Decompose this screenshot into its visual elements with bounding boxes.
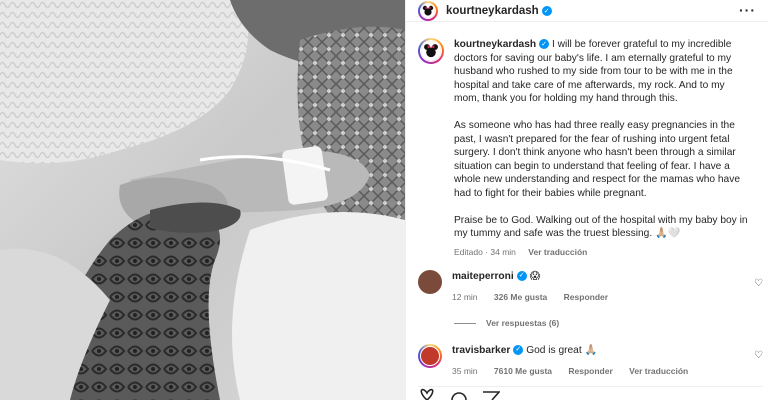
commenter-username[interactable]: maiteperroni xyxy=(452,271,514,282)
caption-row: kourtneykardash ✓ I will be forever grate… xyxy=(406,22,768,260)
comment-item: maiteperroni ✓ 😱 12 min 326 Me gusta Resp… xyxy=(418,270,763,302)
caption-paragraph-2: As someone who has had three really easy… xyxy=(454,120,740,199)
commenter-avatar[interactable] xyxy=(418,270,442,294)
instagram-post-view: kourtneykardash ✓ ··· kourtneykardash ✓ I… xyxy=(0,0,768,400)
comment-text: God is great 🙏🏼 xyxy=(526,345,598,356)
comment-likes[interactable]: 7610 Me gusta xyxy=(494,366,552,376)
comment-time: 12 min xyxy=(452,292,478,302)
minnie-avatar-icon xyxy=(421,41,441,61)
translate-button[interactable]: Ver traducción xyxy=(528,247,587,257)
post-header: kourtneykardash ✓ ··· xyxy=(406,0,768,22)
comment-text: 😱 xyxy=(529,271,541,282)
verified-badge-icon: ✓ xyxy=(541,5,552,16)
share-send-icon[interactable] xyxy=(482,388,500,400)
comment-bubble-icon[interactable] xyxy=(450,388,468,400)
minnie-avatar-icon xyxy=(421,3,435,18)
comment-meta: 12 min 326 Me gusta Responder xyxy=(452,292,763,302)
comment-meta: 35 min 7610 Me gusta Responder Ver tradu… xyxy=(452,366,763,376)
caption-paragraph-3: Praise be to God. Walking out of the hos… xyxy=(454,214,748,240)
verified-badge-icon: ✓ xyxy=(539,39,550,50)
author-username[interactable]: kourtneykardash xyxy=(446,5,539,17)
verified-badge-icon: ✓ xyxy=(513,345,524,356)
caption-text: kourtneykardash ✓ I will be forever grate… xyxy=(454,38,750,260)
commenter-username[interactable]: travisbarker xyxy=(452,345,510,356)
translate-button[interactable]: Ver traducción xyxy=(629,366,688,376)
like-heart-icon[interactable] xyxy=(418,388,436,400)
like-heart-icon[interactable]: ♡ xyxy=(754,350,763,361)
view-replies-button[interactable]: Ver respuestas (6) xyxy=(454,318,559,328)
comment-time: 35 min xyxy=(452,366,478,376)
author-avatar[interactable] xyxy=(418,0,438,21)
caption-avatar[interactable] xyxy=(418,38,444,64)
post-actions-bar xyxy=(418,386,763,400)
comment-likes[interactable]: 326 Me gusta xyxy=(494,292,547,302)
edited-label: Editado · 34 min xyxy=(454,247,516,257)
verified-badge-icon: ✓ xyxy=(516,271,527,282)
commenter-avatar[interactable] xyxy=(418,344,442,368)
comment-item: travisbarker ✓ God is great 🙏🏼 35 min 761… xyxy=(418,344,763,376)
caption-username[interactable]: kourtneykardash xyxy=(454,39,536,50)
reply-button[interactable]: Responder xyxy=(564,292,608,302)
reply-button[interactable]: Responder xyxy=(568,366,612,376)
like-heart-icon[interactable]: ♡ xyxy=(754,278,763,289)
caption-meta: Editado · 34 min Ver traducción xyxy=(454,246,750,260)
post-details-panel: kourtneykardash ✓ ··· kourtneykardash ✓ I… xyxy=(405,0,768,400)
more-options-icon[interactable]: ··· xyxy=(739,2,756,18)
post-photo[interactable] xyxy=(0,0,405,400)
hospital-hands-photo xyxy=(0,0,405,400)
view-replies-label: Ver respuestas (6) xyxy=(486,318,560,328)
replies-divider xyxy=(454,322,476,324)
